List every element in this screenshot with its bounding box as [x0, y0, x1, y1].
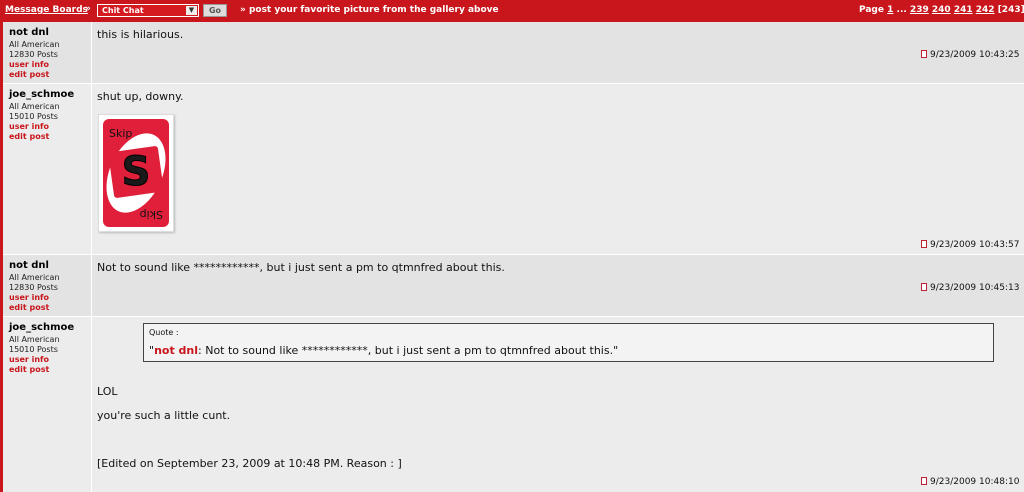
card-top-label: Skip [109, 127, 132, 140]
edit-post-link[interactable]: edit post [9, 365, 49, 374]
post-author-panel: joe_schmoe All American 15010 Posts user… [3, 317, 92, 492]
card-bottom-label: Skip [140, 208, 163, 221]
page-link-241[interactable]: 241 [954, 5, 973, 15]
author-name[interactable]: joe_schmoe [9, 322, 74, 333]
post-author-panel: not dnl All American 12830 Posts user in… [3, 255, 92, 316]
chevron-down-icon[interactable]: ▼ [186, 6, 197, 15]
quote-content: : Not to sound like ************, but i … [198, 344, 619, 357]
breadcrumb-separator: » [85, 4, 91, 14]
thread-title: » post your favorite picture from the ga… [240, 5, 499, 15]
post-timestamp: 9/23/2009 10:45:13 [921, 283, 1019, 293]
quote-text: "not dnl: Not to sound like ************… [149, 344, 618, 357]
author-name[interactable]: not dnl [9, 27, 49, 38]
post-author-panel: joe_schmoe All American 15010 Posts user… [3, 84, 92, 254]
post-link-icon[interactable] [921, 240, 927, 248]
post-timestamp: 9/23/2009 10:43:57 [921, 240, 1019, 250]
post-body-line: you're such a little cunt. [97, 409, 231, 422]
edit-post-link[interactable]: edit post [9, 132, 49, 141]
quote-block: Quote : "not dnl: Not to sound like ****… [143, 323, 994, 362]
post-author-panel: not dnl All American 12830 Posts user in… [3, 22, 92, 83]
edit-post-link[interactable]: edit post [9, 70, 49, 79]
user-info-link[interactable]: user info [9, 293, 49, 302]
author-rank: All American [9, 273, 60, 282]
post-body-line: LOL [97, 385, 118, 398]
post: not dnl All American 12830 Posts user in… [3, 255, 1024, 317]
page-link-239[interactable]: 239 [910, 5, 929, 15]
page-link-1[interactable]: 1 [887, 5, 893, 15]
forum-select[interactable]: Chit Chat ▼ [97, 4, 199, 17]
page-ellipsis: ... [896, 5, 907, 15]
post: joe_schmoe All American 15010 Posts user… [3, 84, 1024, 255]
author-post-count: 15010 Posts [9, 345, 58, 354]
edit-post-link[interactable]: edit post [9, 303, 49, 312]
user-info-link[interactable]: user info [9, 60, 49, 69]
post-link-icon[interactable] [921, 283, 927, 291]
author-post-count: 15010 Posts [9, 112, 58, 121]
post-link-icon[interactable] [921, 50, 927, 58]
author-post-count: 12830 Posts [9, 283, 58, 292]
author-name[interactable]: not dnl [9, 260, 49, 271]
go-button[interactable]: Go [203, 4, 227, 17]
timestamp-text: 9/23/2009 10:43:57 [930, 240, 1020, 250]
skip-card-graphic: Skip S Skip [103, 119, 169, 227]
post-timestamp: 9/23/2009 10:43:25 [921, 50, 1019, 60]
post-timestamp: 9/23/2009 10:48:10 [921, 477, 1019, 487]
author-name[interactable]: joe_schmoe [9, 89, 74, 100]
user-info-link[interactable]: user info [9, 355, 49, 364]
quote-author: not dnl [154, 344, 199, 357]
post-body: Not to sound like ************, but i ju… [97, 261, 505, 274]
user-info-link[interactable]: user info [9, 122, 49, 131]
author-rank: All American [9, 40, 60, 49]
edited-note: [Edited on September 23, 2009 at 10:48 P… [97, 457, 402, 470]
author-rank: All American [9, 335, 60, 344]
timestamp-text: 9/23/2009 10:45:13 [930, 283, 1020, 293]
post-body: this is hilarious. [97, 28, 184, 41]
timestamp-text: 9/23/2009 10:48:10 [930, 477, 1020, 487]
page-link-240[interactable]: 240 [932, 5, 951, 15]
breadcrumb-message-boards[interactable]: Message Boards [5, 5, 88, 15]
page-prefix: Page [859, 5, 884, 15]
post-link-icon[interactable] [921, 477, 927, 485]
post-body: shut up, downy. [97, 90, 184, 103]
quote-label: Quote : [149, 328, 179, 337]
timestamp-text: 9/23/2009 10:43:25 [930, 50, 1020, 60]
forum-select-value: Chit Chat [102, 6, 144, 15]
skip-card-image: Skip S Skip [98, 114, 174, 232]
current-page: [243], [997, 5, 1024, 15]
author-rank: All American [9, 102, 60, 111]
author-post-count: 12830 Posts [9, 50, 58, 59]
post: not dnl All American 12830 Posts user in… [3, 22, 1024, 84]
card-center-letter: S [122, 149, 151, 195]
forum-header-bar: Message Boards » Chit Chat ▼ Go » post y… [0, 0, 1024, 22]
page-link-242[interactable]: 242 [976, 5, 995, 15]
post: joe_schmoe All American 15010 Posts user… [3, 317, 1024, 492]
pagination: Page 1 ... 239 240 241 242 [243], [859, 5, 1024, 15]
